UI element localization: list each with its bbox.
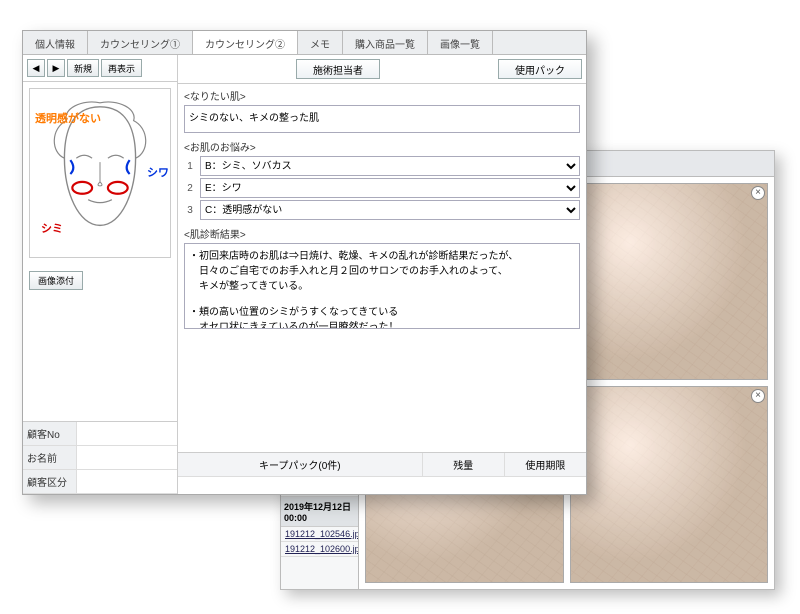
- face-annotation-transparency: 透明感がない: [35, 110, 101, 126]
- file-link[interactable]: 191212_102600.jpg: [281, 542, 358, 557]
- file-link[interactable]: 191212_102546.jpg: [281, 527, 358, 542]
- tab-counseling2[interactable]: カウンセリング②: [193, 31, 298, 54]
- skin-image[interactable]: ×: [570, 386, 769, 583]
- label-customer-class: 顧客区分: [23, 470, 77, 493]
- concern-select-1[interactable]: B：シミ、ソバカス: [200, 156, 580, 176]
- keep-pack-expire: 使用期限: [505, 453, 586, 476]
- close-icon[interactable]: ×: [751, 186, 765, 200]
- face-annotation-spot: シミ: [41, 220, 63, 236]
- record-nav: ◀ ▶ 新規 再表示: [23, 55, 177, 82]
- staff-button[interactable]: 施術担当者: [296, 59, 380, 79]
- tab-images[interactable]: 画像一覧: [428, 31, 493, 54]
- new-button[interactable]: 新規: [67, 59, 99, 77]
- label-customer-no: 顧客No: [23, 422, 77, 445]
- label-customer-name: お名前: [23, 446, 77, 469]
- tab-memo[interactable]: メモ: [298, 31, 343, 54]
- concern-num-1: 1: [184, 161, 196, 172]
- concern-select-3[interactable]: C：透明感がない: [200, 200, 580, 220]
- desired-skin-textarea[interactable]: シミのない、キメの整った肌: [184, 105, 580, 133]
- refresh-button[interactable]: 再表示: [101, 59, 142, 77]
- customer-info-grid: 顧客No お名前 顧客区分: [23, 421, 177, 494]
- file-date-header: 2019年12月12日 00:00: [281, 497, 358, 527]
- concern-num-3: 3: [184, 205, 196, 216]
- pack-button[interactable]: 使用パック: [498, 59, 582, 79]
- counseling-window: 個人情報 カウンセリング① カウンセリング② メモ 購入商品一覧 画像一覧 ◀ …: [22, 30, 587, 495]
- prev-button[interactable]: ◀: [27, 59, 45, 77]
- face-annotation-wrinkle: シワ: [147, 164, 169, 180]
- diagnosis-title: <肌診断結果>: [178, 222, 586, 241]
- value-customer-class[interactable]: [77, 470, 177, 493]
- skin-image[interactable]: ×: [570, 183, 769, 380]
- keep-pack-title: キープパック(0件): [178, 453, 423, 476]
- diagnosis-textarea[interactable]: ・初回来店時のお肌は⇒日焼け、乾燥、キメの乱れが診断結果だったが、 日々のご自宅…: [184, 243, 580, 329]
- keep-pack-remain: 残量: [423, 453, 505, 476]
- tab-counseling1[interactable]: カウンセリング①: [88, 31, 193, 54]
- skin-concern-title: <お肌のお悩み>: [178, 135, 586, 154]
- tab-purchases[interactable]: 購入商品一覧: [343, 31, 428, 54]
- desired-skin-title: <なりたい肌>: [178, 84, 586, 103]
- next-button[interactable]: ▶: [47, 59, 65, 77]
- close-icon[interactable]: ×: [751, 389, 765, 403]
- front-tabs: 個人情報 カウンセリング① カウンセリング② メモ 購入商品一覧 画像一覧: [23, 31, 586, 55]
- keep-pack-header: キープパック(0件) 残量 使用期限: [178, 452, 586, 476]
- tab-personal-info[interactable]: 個人情報: [23, 31, 88, 54]
- concern-select-2[interactable]: E：シワ: [200, 178, 580, 198]
- value-customer-name[interactable]: [77, 446, 177, 469]
- attach-image-button[interactable]: 画像添付: [29, 271, 83, 290]
- face-diagram: 透明感がない シワ シミ: [23, 82, 177, 265]
- concern-num-2: 2: [184, 183, 196, 194]
- value-customer-no[interactable]: [77, 422, 177, 445]
